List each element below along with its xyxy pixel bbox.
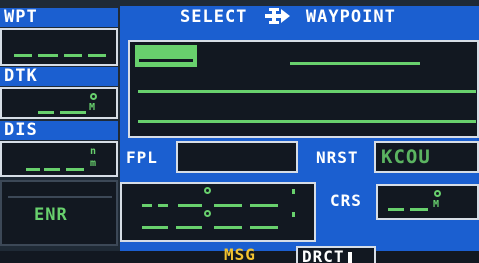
lat-dash — [178, 204, 202, 207]
position-field — [120, 182, 316, 242]
dtk-dash — [38, 111, 54, 114]
minute-tick — [292, 212, 295, 217]
degree-icon — [204, 187, 211, 194]
dtk-unit: M — [89, 102, 96, 113]
wpt-dash — [64, 54, 82, 57]
lon-dash — [250, 226, 278, 229]
wpt-dash — [14, 54, 32, 57]
degree-icon — [204, 210, 211, 217]
wpt-field[interactable] — [0, 28, 118, 66]
divider — [8, 196, 112, 198]
facility-dash — [290, 62, 420, 65]
select-waypoint-panel: SELECT WAYPOINT FPL NRST KCOU CRS M — [120, 6, 479, 251]
dis-unit-bottom: m — [90, 158, 97, 169]
lat-dash — [250, 204, 278, 207]
nrst-field[interactable]: KCOU — [374, 141, 479, 173]
lat-dash — [214, 204, 242, 207]
degree-icon — [90, 93, 97, 100]
cursor-dash — [139, 59, 193, 62]
crs-dash — [388, 208, 404, 211]
city-dash — [138, 90, 476, 93]
dis-dash — [66, 168, 84, 171]
lat-dash — [142, 204, 152, 207]
drct-label: DRCT — [302, 247, 345, 263]
fpl-label: FPL — [126, 148, 158, 167]
wpt-dash — [88, 54, 106, 57]
wpt-label: WPT — [4, 7, 38, 27]
dis-header: DIS — [0, 121, 118, 140]
lon-dash — [176, 226, 202, 229]
minute-tick — [292, 189, 295, 194]
gps-screen: WPT DTK M DIS n m ENR SELECT WAYPOINT FP… — [0, 0, 479, 263]
wpt-dash — [38, 54, 58, 57]
dis-dash — [26, 168, 40, 171]
title-waypoint: WAYPOINT — [305, 7, 396, 27]
crs-field[interactable]: M — [376, 184, 479, 220]
dtk-dash — [76, 111, 86, 114]
waypoint-ident-cursor[interactable] — [135, 45, 197, 67]
dtk-header: DTK — [0, 67, 118, 86]
title-select: SELECT — [180, 7, 248, 27]
lat-dash — [158, 204, 168, 207]
wpt-header: WPT — [0, 8, 118, 27]
lon-dash — [214, 226, 242, 229]
dis-unit-top: n — [90, 146, 97, 157]
dtk-dash — [60, 111, 76, 114]
nrst-label: NRST — [316, 148, 359, 167]
dis-field[interactable]: n m — [0, 141, 118, 177]
cursor-block-icon — [347, 252, 352, 263]
nrst-value: KCOU — [381, 146, 431, 168]
dtk-label: DTK — [4, 66, 38, 86]
crs-unit: M — [433, 199, 440, 210]
crs-label: CRS — [330, 191, 362, 210]
dis-label: DIS — [4, 120, 38, 140]
region-dash — [138, 120, 476, 123]
page-title: SELECT WAYPOINT — [180, 6, 396, 30]
drct-annunciator[interactable]: DRCT — [296, 246, 376, 263]
mode-box: ENR — [0, 180, 118, 246]
lon-dash — [142, 226, 168, 229]
direct-to-icon — [264, 8, 290, 24]
waypoint-info-box — [128, 40, 479, 138]
msg-annunciator[interactable]: MSG — [224, 246, 256, 263]
enr-mode-label: ENR — [34, 205, 68, 225]
fpl-field[interactable] — [176, 141, 298, 173]
dis-dash — [44, 168, 60, 171]
dtk-field[interactable]: M — [0, 87, 118, 119]
degree-icon — [434, 190, 441, 197]
crs-dash — [410, 208, 428, 211]
